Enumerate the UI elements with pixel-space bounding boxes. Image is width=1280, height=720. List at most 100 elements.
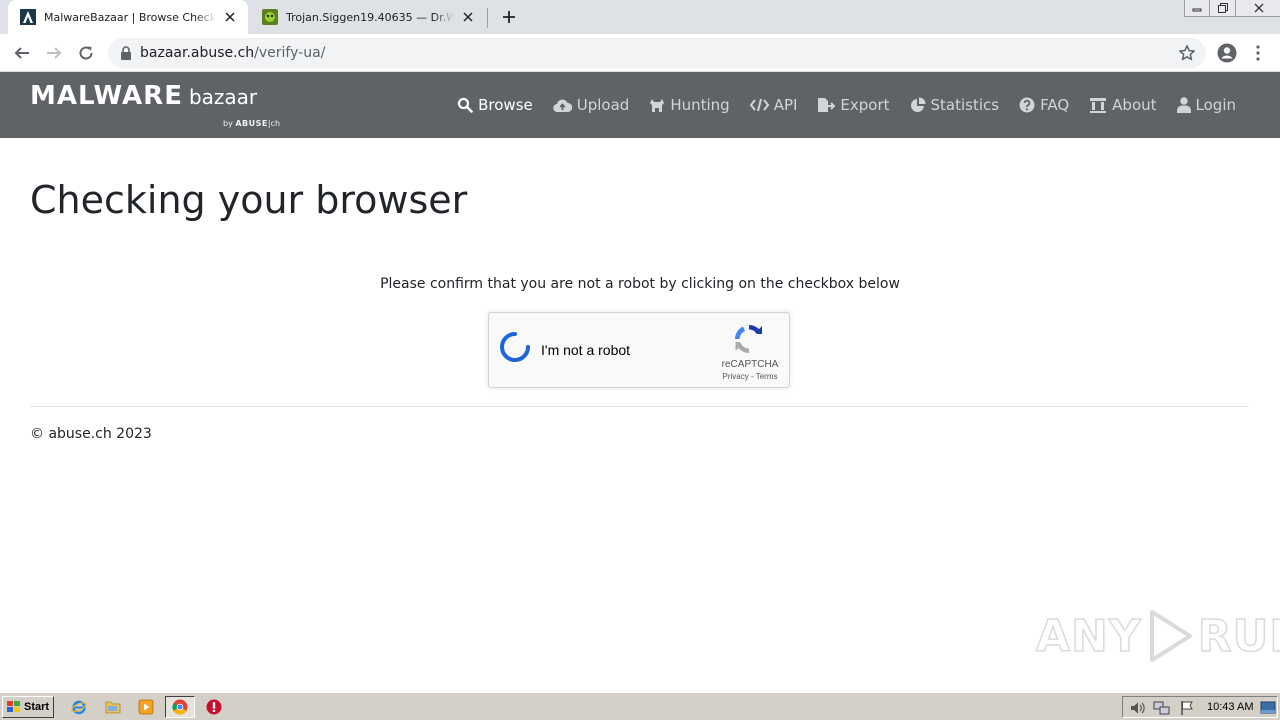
nav-export[interactable]: Export: [817, 96, 890, 114]
close-window-button[interactable]: [1236, 0, 1280, 17]
logo-by-line: by ABUSE|ch: [223, 119, 280, 128]
search-icon: [458, 97, 473, 113]
malwarebazaar-favicon-icon: [20, 9, 36, 25]
recaptcha-links: Privacy - Terms: [722, 372, 778, 381]
question-icon: [1019, 97, 1035, 113]
tab-title: MalwareBazaar | Browse Checking your bro…: [44, 10, 216, 24]
minimize-icon: [1192, 8, 1202, 12]
lock-icon: [121, 46, 131, 60]
recaptcha-widget: I'm not a robot reCAPTCHA Privacy - Term…: [488, 312, 790, 388]
nav-hunting[interactable]: Hunting: [649, 96, 730, 114]
institution-icon: [1090, 98, 1107, 113]
system-tray: 10:43 AM: [1122, 696, 1278, 718]
recaptcha-spinner-icon[interactable]: [499, 331, 531, 363]
footer-divider: [30, 406, 1249, 407]
nav-statistics[interactable]: Statistics: [910, 96, 1000, 114]
site-navbar: MALWARE bazaar by ABUSE|ch Browse Upload …: [0, 72, 1280, 138]
windows-logo-icon: [7, 701, 20, 712]
recaptcha-terms-link[interactable]: Terms: [756, 372, 778, 381]
arrow-right-icon: [47, 47, 62, 59]
nav-login[interactable]: Login: [1176, 96, 1236, 114]
media-player-icon: [138, 699, 154, 715]
new-tab-button[interactable]: [498, 6, 520, 28]
recaptcha-privacy-link[interactable]: Privacy: [723, 372, 749, 381]
nav-label: Hunting: [670, 96, 730, 114]
nav-about[interactable]: About: [1089, 96, 1157, 114]
volume-icon[interactable]: [1129, 700, 1145, 716]
nav-label: API: [773, 96, 798, 114]
browser-menu-button[interactable]: [1248, 40, 1268, 66]
profile-button[interactable]: [1214, 40, 1240, 66]
recaptcha-logo-icon: [735, 325, 762, 353]
url-text: bazaar.abuse.ch/verify-ua/: [140, 45, 325, 61]
logo-sub: bazaar: [188, 85, 258, 109]
start-label: Start: [24, 701, 50, 713]
nav-label: FAQ: [1040, 96, 1070, 114]
logo-by-brand: ABUSE: [235, 119, 268, 128]
tab-close-icon[interactable]: [220, 7, 240, 27]
cloud-upload-icon: [553, 99, 572, 112]
account-circle-icon: [1217, 43, 1237, 63]
nav-label: Browse: [478, 96, 533, 114]
play-logo-icon: [1149, 610, 1192, 662]
taskbar-alert-app-button[interactable]: [205, 698, 223, 716]
taskbar-explorer-button[interactable]: [104, 698, 122, 716]
reload-button[interactable]: [73, 40, 99, 66]
taskbar: Start 10:43 AM: [0, 692, 1280, 720]
logo-by: by: [223, 119, 233, 128]
restore-icon: [1217, 3, 1228, 13]
tab-drweb[interactable]: Trojan.Siggen19.40635 — Dr.Web Malware d…: [250, 0, 486, 34]
taskbar-chrome-button[interactable]: [165, 696, 195, 718]
close-icon: [1254, 3, 1263, 13]
more-vertical-icon: [1256, 45, 1260, 61]
arrow-left-icon: [14, 47, 29, 59]
browser-toolbar: bazaar.abuse.ch/verify-ua/: [0, 34, 1280, 72]
hunting-icon: [650, 98, 665, 112]
restore-button[interactable]: [1210, 0, 1236, 17]
start-button[interactable]: Start: [2, 696, 54, 718]
taskbar-media-player-button[interactable]: [137, 698, 155, 716]
site-logo[interactable]: MALWARE bazaar by ABUSE|ch: [30, 81, 280, 128]
watermark-right: RUN: [1197, 610, 1280, 663]
window-controls: [1184, 0, 1280, 18]
forward-button[interactable]: [41, 40, 67, 66]
nav-faq[interactable]: FAQ: [1019, 96, 1069, 114]
chrome-icon: [172, 699, 188, 715]
back-button[interactable]: [9, 40, 35, 66]
reload-icon: [79, 46, 93, 60]
nav-api[interactable]: API: [749, 96, 798, 114]
tab-close-icon[interactable]: [458, 7, 478, 27]
site-menu: Browse Upload Hunting API Export Statist…: [437, 72, 1236, 138]
page-title: Checking your browser: [30, 178, 468, 222]
folder-icon: [105, 701, 121, 714]
captcha-prompt: Please confirm that you are not a robot …: [380, 276, 900, 292]
recaptcha-label: I'm not a robot: [541, 342, 631, 358]
minimize-button[interactable]: [1184, 0, 1210, 17]
code-icon: [749, 98, 769, 112]
tab-malwarebazaar[interactable]: MalwareBazaar | Browse Checking your bro…: [8, 0, 248, 34]
nav-label: Statistics: [930, 96, 1000, 114]
taskbar-ie-button[interactable]: [70, 698, 88, 716]
pie-chart-icon: [910, 97, 926, 112]
stop-alert-icon: [206, 699, 222, 715]
anyrun-watermark: ANY RUN: [1035, 606, 1280, 666]
address-bar[interactable]: bazaar.abuse.ch/verify-ua/: [108, 38, 1206, 68]
nav-browse[interactable]: Browse: [457, 96, 533, 114]
tab-title: Trojan.Siggen19.40635 — Dr.Web Malware d…: [286, 10, 454, 24]
nav-label: Export: [840, 96, 890, 114]
nav-upload[interactable]: Upload: [553, 96, 629, 114]
action-center-flag-icon[interactable]: [1179, 700, 1195, 716]
logo-main: MALWARE: [30, 81, 183, 111]
url-path: /verify-ua/: [254, 45, 326, 61]
drweb-favicon-icon: [262, 9, 278, 25]
footer-copyright: © abuse.ch 2023: [30, 426, 152, 442]
tab-strip: MalwareBazaar | Browse Checking your bro…: [0, 0, 1280, 34]
plus-icon: [503, 11, 515, 23]
show-desktop-icon[interactable]: [1260, 701, 1276, 715]
nav-label: Login: [1195, 96, 1236, 114]
network-icon[interactable]: [1153, 700, 1171, 716]
nav-label: About: [1112, 96, 1157, 114]
bookmark-star-icon[interactable]: [1178, 44, 1196, 62]
user-icon: [1176, 97, 1191, 113]
recaptcha-brand: reCAPTCHA: [721, 359, 779, 370]
